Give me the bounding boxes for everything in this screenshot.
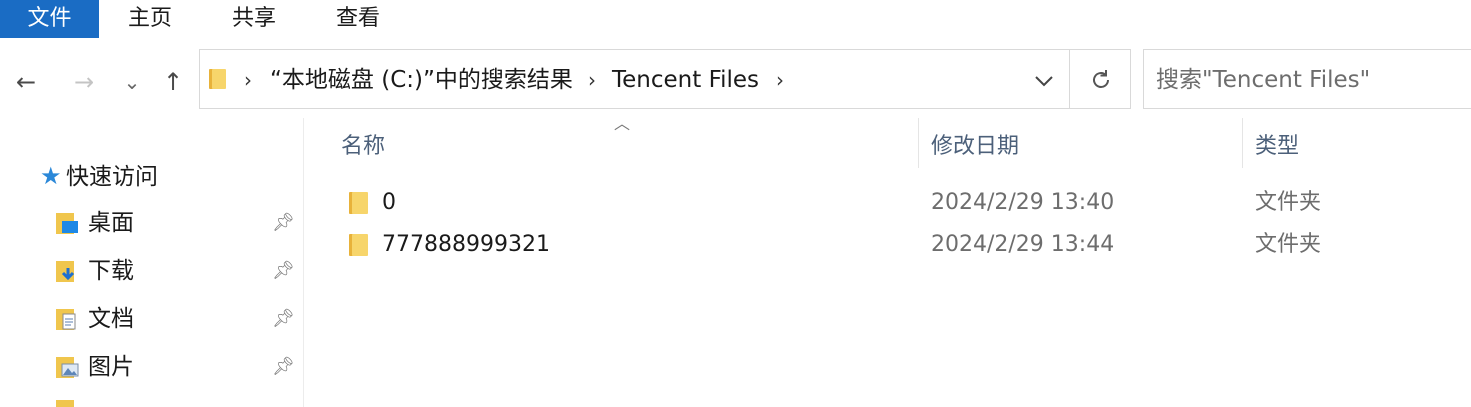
quick-access-label: 快速访问 <box>66 164 158 190</box>
breadcrumb-separator: › <box>588 68 596 92</box>
search-input[interactable] <box>1154 62 1468 98</box>
back-arrow-icon: ← <box>15 68 37 96</box>
star-icon: ★ <box>40 162 62 190</box>
file-name: 777888999321 <box>382 232 550 257</box>
sidebar-item-pictures[interactable]: 图片 📌︎ <box>54 350 300 384</box>
up-button[interactable]: ↑ <box>156 62 190 102</box>
ribbon-tabs: 文件 主页 共享 查看 <box>0 0 1471 38</box>
file-date: 2024/2/29 13:44 <box>931 232 1115 257</box>
breadcrumb-search-results[interactable]: “本地磁盘 (C:)”中的搜索结果 <box>270 64 573 96</box>
pin-icon[interactable]: 📌︎ <box>272 302 295 336</box>
file-name: 0 <box>382 190 396 215</box>
forward-arrow-icon: → <box>73 68 95 96</box>
pin-icon[interactable]: 📌︎ <box>272 206 295 240</box>
downloads-folder-icon <box>56 261 75 282</box>
pin-icon[interactable]: 📌︎ <box>272 350 295 384</box>
file-date: 2024/2/29 13:40 <box>931 190 1115 215</box>
tab-view[interactable]: 查看 <box>318 0 398 38</box>
file-type: 文件夹 <box>1255 190 1322 215</box>
column-divider[interactable] <box>1242 118 1243 168</box>
folder-icon <box>349 234 368 256</box>
chevron-down-icon: ⌄ <box>123 70 141 94</box>
quick-access-header[interactable]: ★ 快速访问 <box>40 160 158 192</box>
folder-icon <box>209 69 226 89</box>
column-header-name[interactable]: 名称 <box>341 127 385 167</box>
file-row[interactable]: 777888999321 2024/2/29 13:44 文件夹 <box>330 225 1471 265</box>
folder-icon <box>56 400 74 407</box>
sidebar-item-label: 文档 <box>88 306 134 332</box>
breadcrumb-tencent-files[interactable]: Tencent Files <box>612 64 759 96</box>
file-type: 文件夹 <box>1255 232 1322 257</box>
address-bar[interactable]: › “本地磁盘 (C:)”中的搜索结果 › Tencent Files › <box>199 49 1131 109</box>
refresh-button[interactable] <box>1069 50 1131 108</box>
pane-divider[interactable] <box>303 118 304 407</box>
breadcrumb-separator: › <box>244 68 252 92</box>
pictures-folder-icon <box>56 357 79 378</box>
chevron-down-icon <box>1035 75 1053 86</box>
folder-icon <box>349 192 368 214</box>
up-arrow-icon: ↑ <box>162 68 184 96</box>
sidebar-item-documents[interactable]: 文档 📌︎ <box>54 302 300 336</box>
breadcrumb-separator[interactable]: › <box>776 64 784 96</box>
documents-folder-icon <box>56 309 76 330</box>
search-box[interactable] <box>1143 49 1471 109</box>
recent-locations-button[interactable]: ⌄ <box>118 62 146 102</box>
sidebar-item-label: 桌面 <box>88 210 134 236</box>
forward-button[interactable]: → <box>66 62 102 102</box>
tab-share[interactable]: 共享 <box>214 0 294 38</box>
tab-file[interactable]: 文件 <box>0 0 99 38</box>
column-header-type[interactable]: 类型 <box>1255 127 1299 167</box>
sort-ascending-icon: ︿ <box>614 114 631 133</box>
sidebar-item-label: 图片 <box>88 354 134 380</box>
file-row[interactable]: 0 2024/2/29 13:40 文件夹 <box>330 183 1471 223</box>
back-button[interactable]: ← <box>8 62 44 102</box>
sidebar-item-label: 下载 <box>88 258 134 284</box>
sidebar-item-downloads[interactable]: 下载 📌︎ <box>54 254 300 288</box>
refresh-icon <box>1092 69 1109 88</box>
pin-icon[interactable]: 📌︎ <box>272 254 295 288</box>
tab-home[interactable]: 主页 <box>110 0 190 38</box>
address-history-dropdown[interactable] <box>1020 50 1068 108</box>
sidebar-item-desktop[interactable]: 桌面 📌︎ <box>54 206 300 240</box>
column-header-date[interactable]: 修改日期 <box>931 127 1019 167</box>
desktop-folder-icon <box>56 213 78 234</box>
column-divider[interactable] <box>918 118 919 168</box>
